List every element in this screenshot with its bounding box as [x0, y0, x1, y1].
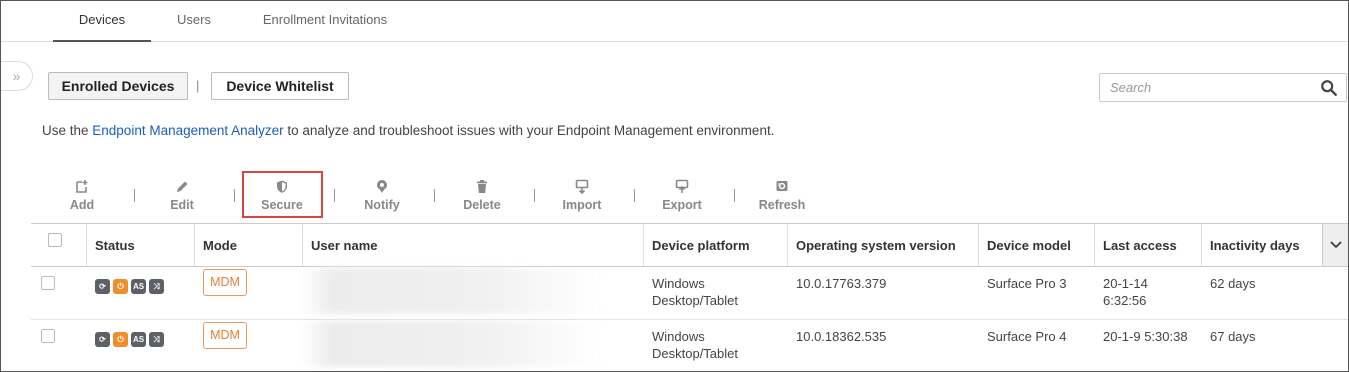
delete-label: Delete — [463, 198, 501, 212]
refresh-icon — [737, 179, 827, 195]
device-toolbar: Add Edit Secure Notify Delete Import Exp… — [31, 171, 851, 223]
info-prefix: Use the — [42, 123, 93, 138]
toolbar-divider — [234, 189, 235, 202]
secure-label: Secure — [261, 198, 303, 212]
mode-badge: MDM — [203, 322, 247, 349]
toolbar-divider — [434, 189, 435, 202]
export-button[interactable]: Export — [637, 179, 727, 212]
export-label: Export — [662, 198, 702, 212]
user-name-redacted — [301, 321, 601, 367]
refresh-button[interactable]: Refresh — [737, 179, 827, 212]
last-access-cell: 20-1-14 6:32:56 — [1095, 275, 1148, 309]
last-access-line1: 20-1-14 — [1103, 276, 1148, 291]
devices-page: Devices Users Enrollment Invitations » E… — [0, 0, 1349, 372]
column-user-name[interactable]: User name — [303, 224, 644, 266]
search-box — [1099, 73, 1347, 102]
edit-button[interactable]: Edit — [137, 179, 227, 212]
table-row[interactable]: ⟳ ⏻ AS ⤨ MDM Windows Desktop/Tablet 10.0… — [31, 320, 1348, 371]
column-last-access[interactable]: Last access — [1095, 224, 1202, 266]
add-device-icon — [37, 179, 127, 195]
column-status[interactable]: Status — [87, 224, 195, 266]
column-inactivity-days[interactable]: Inactivity days — [1202, 224, 1322, 266]
trash-icon — [437, 179, 527, 195]
search-icon[interactable] — [1320, 79, 1338, 97]
info-suffix: to analyze and troubleshoot issues with … — [283, 123, 775, 138]
device-whitelist-button[interactable]: Device Whitelist — [211, 72, 349, 100]
notify-label: Notify — [364, 198, 400, 212]
device-platform-cell: Windows Desktop/Tablet — [644, 328, 738, 362]
toolbar-divider — [634, 189, 635, 202]
status-icons: ⟳ ⏻ AS ⤨ — [95, 279, 164, 294]
as-status-icon: AS — [131, 332, 146, 347]
device-model-cell: Surface Pro 4 — [987, 329, 1067, 344]
column-device-platform[interactable]: Device platform — [644, 224, 788, 266]
search-input[interactable] — [1104, 76, 1314, 99]
expand-sidebar-icon[interactable]: » — [1, 61, 33, 91]
column-os-version[interactable]: Operating system version — [788, 224, 979, 266]
platform-line1: Windows — [652, 329, 705, 344]
inactivity-days-cell: 62 days — [1210, 276, 1256, 291]
as-status-icon: AS — [131, 279, 146, 294]
platform-line1: Windows — [652, 276, 705, 291]
delete-button[interactable]: Delete — [437, 179, 527, 212]
analyzer-info-text: Use the Endpoint Management Analyzer to … — [42, 123, 774, 138]
table-row[interactable]: ⟳ ⏻ AS ⤨ MDM Windows Desktop/Tablet 10.0… — [31, 267, 1348, 320]
table-header: Status Mode User name Device platform Op… — [31, 224, 1348, 267]
enrolled-devices-button[interactable]: Enrolled Devices — [48, 72, 188, 100]
sync-status-icon: ⟳ — [95, 279, 110, 294]
column-device-model[interactable]: Device model — [979, 224, 1095, 266]
power-status-icon: ⏻ — [113, 279, 128, 294]
toolbar-divider — [534, 189, 535, 202]
toolbar-divider — [734, 189, 735, 202]
notify-button[interactable]: Notify — [337, 179, 427, 212]
endpoint-analyzer-link[interactable]: Endpoint Management Analyzer — [92, 123, 283, 138]
top-tabs: Devices Users Enrollment Invitations — [1, 1, 1348, 42]
refresh-label: Refresh — [758, 198, 806, 212]
power-status-icon: ⏻ — [113, 332, 128, 347]
toolbar-divider — [334, 189, 335, 202]
toolbar-divider — [134, 189, 135, 202]
inactivity-days-cell: 67 days — [1210, 329, 1256, 344]
add-button[interactable]: Add — [37, 179, 127, 212]
platform-line2: Desktop/Tablet — [652, 346, 738, 361]
column-chooser-button[interactable] — [1322, 224, 1348, 266]
sync-status-icon: ⟳ — [95, 332, 110, 347]
device-platform-cell: Windows Desktop/Tablet — [644, 275, 738, 309]
last-access-line2: 6:32:56 — [1103, 293, 1147, 308]
status-icons: ⟳ ⏻ AS ⤨ — [95, 332, 164, 347]
tab-devices[interactable]: Devices — [53, 1, 151, 42]
tab-enrollment-invitations[interactable]: Enrollment Invitations — [246, 1, 404, 42]
os-version-cell: 10.0.17763.379 — [796, 276, 887, 291]
mode-badge: MDM — [203, 269, 247, 296]
devices-table: Status Mode User name Device platform Op… — [31, 223, 1348, 367]
platform-line2: Desktop/Tablet — [652, 293, 738, 308]
device-model-cell: Surface Pro 3 — [987, 276, 1067, 291]
secure-button[interactable]: Secure — [237, 179, 327, 212]
shield-icon — [237, 179, 327, 195]
chevron-down-icon — [1330, 241, 1342, 249]
last-access-cell: 20-1-9 5:30:38 — [1103, 329, 1188, 344]
select-all-cell — [31, 224, 87, 266]
pencil-icon — [137, 179, 227, 195]
column-mode[interactable]: Mode — [195, 224, 303, 266]
row-checkbox[interactable] — [41, 276, 55, 290]
edit-label: Edit — [170, 198, 194, 212]
shuffle-status-icon: ⤨ — [149, 279, 164, 294]
row-checkbox[interactable] — [41, 329, 55, 343]
user-name-redacted — [301, 268, 601, 314]
segment-separator: | — [196, 78, 200, 93]
notify-pin-icon — [337, 179, 427, 195]
shuffle-status-icon: ⤨ — [149, 332, 164, 347]
import-label: Import — [562, 198, 602, 212]
add-label: Add — [69, 198, 95, 212]
os-version-cell: 10.0.18362.535 — [796, 329, 887, 344]
import-button[interactable]: Import — [537, 179, 627, 212]
select-all-checkbox[interactable] — [48, 233, 62, 247]
import-icon — [537, 179, 627, 195]
tab-users[interactable]: Users — [161, 1, 227, 42]
export-icon — [637, 179, 727, 195]
